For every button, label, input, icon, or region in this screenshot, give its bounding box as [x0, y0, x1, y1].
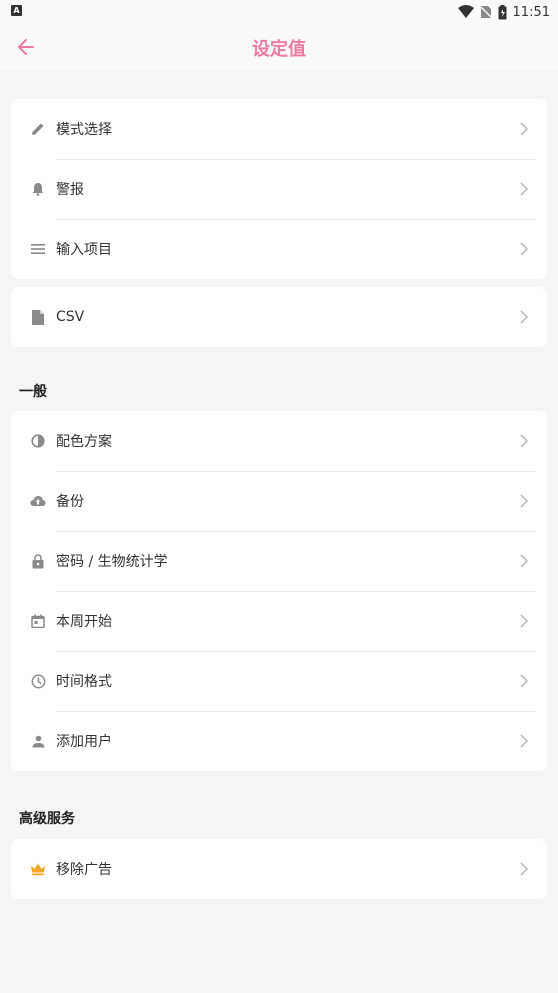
chevron-right-icon: [520, 494, 529, 508]
chevron-right-icon: [520, 242, 529, 256]
chevron-right-icon: [520, 434, 529, 448]
page-title: 设定值: [252, 39, 306, 60]
settings-item-time-format[interactable]: 时间格式: [11, 651, 547, 711]
settings-card-general: 配色方案 备份 密码 / 生物统计学 本周开始 时间格式 添加用户: [11, 411, 547, 771]
list-icon: [30, 241, 46, 257]
settings-item-mode[interactable]: 模式选择: [11, 99, 547, 159]
section-title-general: 一般: [19, 384, 47, 400]
chevron-right-icon: [520, 674, 529, 688]
chevron-right-icon: [520, 862, 529, 876]
settings-item-week-start[interactable]: 本周开始: [11, 591, 547, 651]
settings-card-premium: 移除广告: [11, 839, 547, 899]
settings-item-label: 配色方案: [56, 434, 112, 450]
settings-item-label: 输入项目: [56, 242, 112, 258]
clock: 11:51: [512, 4, 550, 20]
settings-item-label: 模式选择: [56, 122, 112, 138]
person-icon: [30, 733, 46, 749]
lock-icon: [30, 553, 46, 569]
settings-item-add-user[interactable]: 添加用户: [11, 711, 547, 771]
chevron-right-icon: [520, 310, 529, 324]
calendar-icon: [30, 613, 46, 629]
notification-icon: A: [11, 5, 22, 16]
settings-item-password[interactable]: 密码 / 生物统计学: [11, 531, 547, 591]
chevron-right-icon: [520, 554, 529, 568]
settings-item-label: 备份: [56, 494, 84, 510]
no-sim-icon: [479, 5, 492, 19]
pencil-icon: [30, 121, 46, 137]
chevron-right-icon: [520, 734, 529, 748]
settings-card-main: 模式选择 警报 输入项目: [11, 99, 547, 279]
contrast-icon: [30, 433, 46, 449]
chevron-right-icon: [520, 614, 529, 628]
settings-item-color-scheme[interactable]: 配色方案: [11, 411, 547, 471]
chevron-right-icon: [520, 122, 529, 136]
settings-item-label: 时间格式: [56, 674, 112, 690]
settings-item-backup[interactable]: 备份: [11, 471, 547, 531]
settings-item-label: 本周开始: [56, 614, 112, 630]
status-bar: A 11:51: [0, 0, 558, 24]
settings-item-label: CSV: [56, 309, 85, 325]
settings-item-label: 添加用户: [56, 734, 112, 750]
status-indicators: 11:51: [457, 3, 550, 21]
battery-icon: [498, 4, 507, 19]
wifi-icon: [457, 5, 474, 18]
chevron-right-icon: [520, 182, 529, 196]
app-bar: 设定值: [0, 24, 558, 70]
file-icon: [30, 309, 46, 325]
settings-item-label: 密码 / 生物统计学: [56, 554, 168, 570]
clock-icon: [30, 673, 46, 689]
settings-item-remove-ads[interactable]: 移除广告: [11, 839, 547, 899]
section-title-premium: 高级服务: [19, 811, 75, 827]
settings-item-csv[interactable]: CSV: [11, 287, 547, 347]
crown-icon: [30, 861, 46, 877]
settings-item-label: 警报: [56, 182, 84, 198]
bell-icon: [30, 181, 46, 197]
settings-item-label: 移除广告: [56, 862, 112, 878]
settings-card-csv: CSV: [11, 287, 547, 347]
cloud-upload-icon: [30, 493, 46, 509]
settings-item-input-fields[interactable]: 输入项目: [11, 219, 547, 279]
settings-item-alarm[interactable]: 警报: [11, 159, 547, 219]
